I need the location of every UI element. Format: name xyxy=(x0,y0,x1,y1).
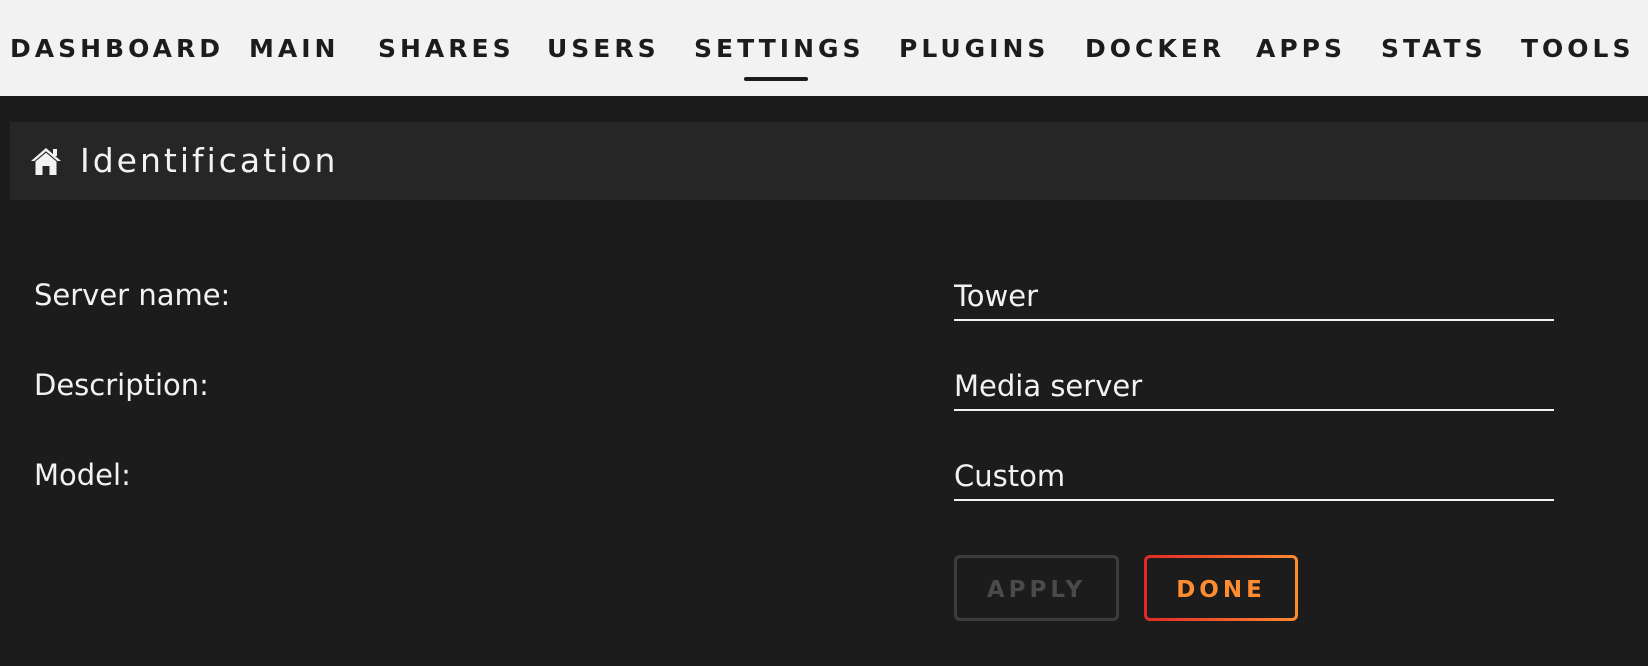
nav-item-settings[interactable]: SETTINGS xyxy=(694,0,865,96)
section-title: Identification xyxy=(80,141,339,180)
home-icon xyxy=(31,148,61,175)
nav-item-dashboard[interactable]: DASHBOARD xyxy=(10,0,224,96)
settings-content: Identification Server name: Description:… xyxy=(0,96,1648,666)
model-input[interactable] xyxy=(954,453,1554,501)
nav-item-shares[interactable]: SHARES xyxy=(378,0,515,96)
server-name-input[interactable] xyxy=(954,273,1554,321)
top-navigation: DASHBOARD MAIN SHARES USERS SETTINGS PLU… xyxy=(0,0,1648,96)
active-tab-indicator xyxy=(744,77,808,81)
nav-item-stats[interactable]: STATS xyxy=(1381,0,1487,96)
description-label: Description: xyxy=(34,368,209,402)
nav-item-plugins[interactable]: PLUGINS xyxy=(899,0,1049,96)
nav-item-users[interactable]: USERS xyxy=(547,0,660,96)
nav-item-docker[interactable]: DOCKER xyxy=(1085,0,1225,96)
done-button[interactable]: DONE xyxy=(1144,555,1298,621)
nav-item-tools[interactable]: TOOLS xyxy=(1521,0,1635,96)
server-name-label: Server name: xyxy=(34,278,231,312)
description-input[interactable] xyxy=(954,363,1554,411)
nav-item-main[interactable]: MAIN xyxy=(249,0,339,96)
nav-item-apps[interactable]: APPS xyxy=(1256,0,1346,96)
apply-button[interactable]: APPLY xyxy=(954,555,1119,621)
section-header: Identification xyxy=(10,122,1648,200)
model-label: Model: xyxy=(34,458,131,492)
